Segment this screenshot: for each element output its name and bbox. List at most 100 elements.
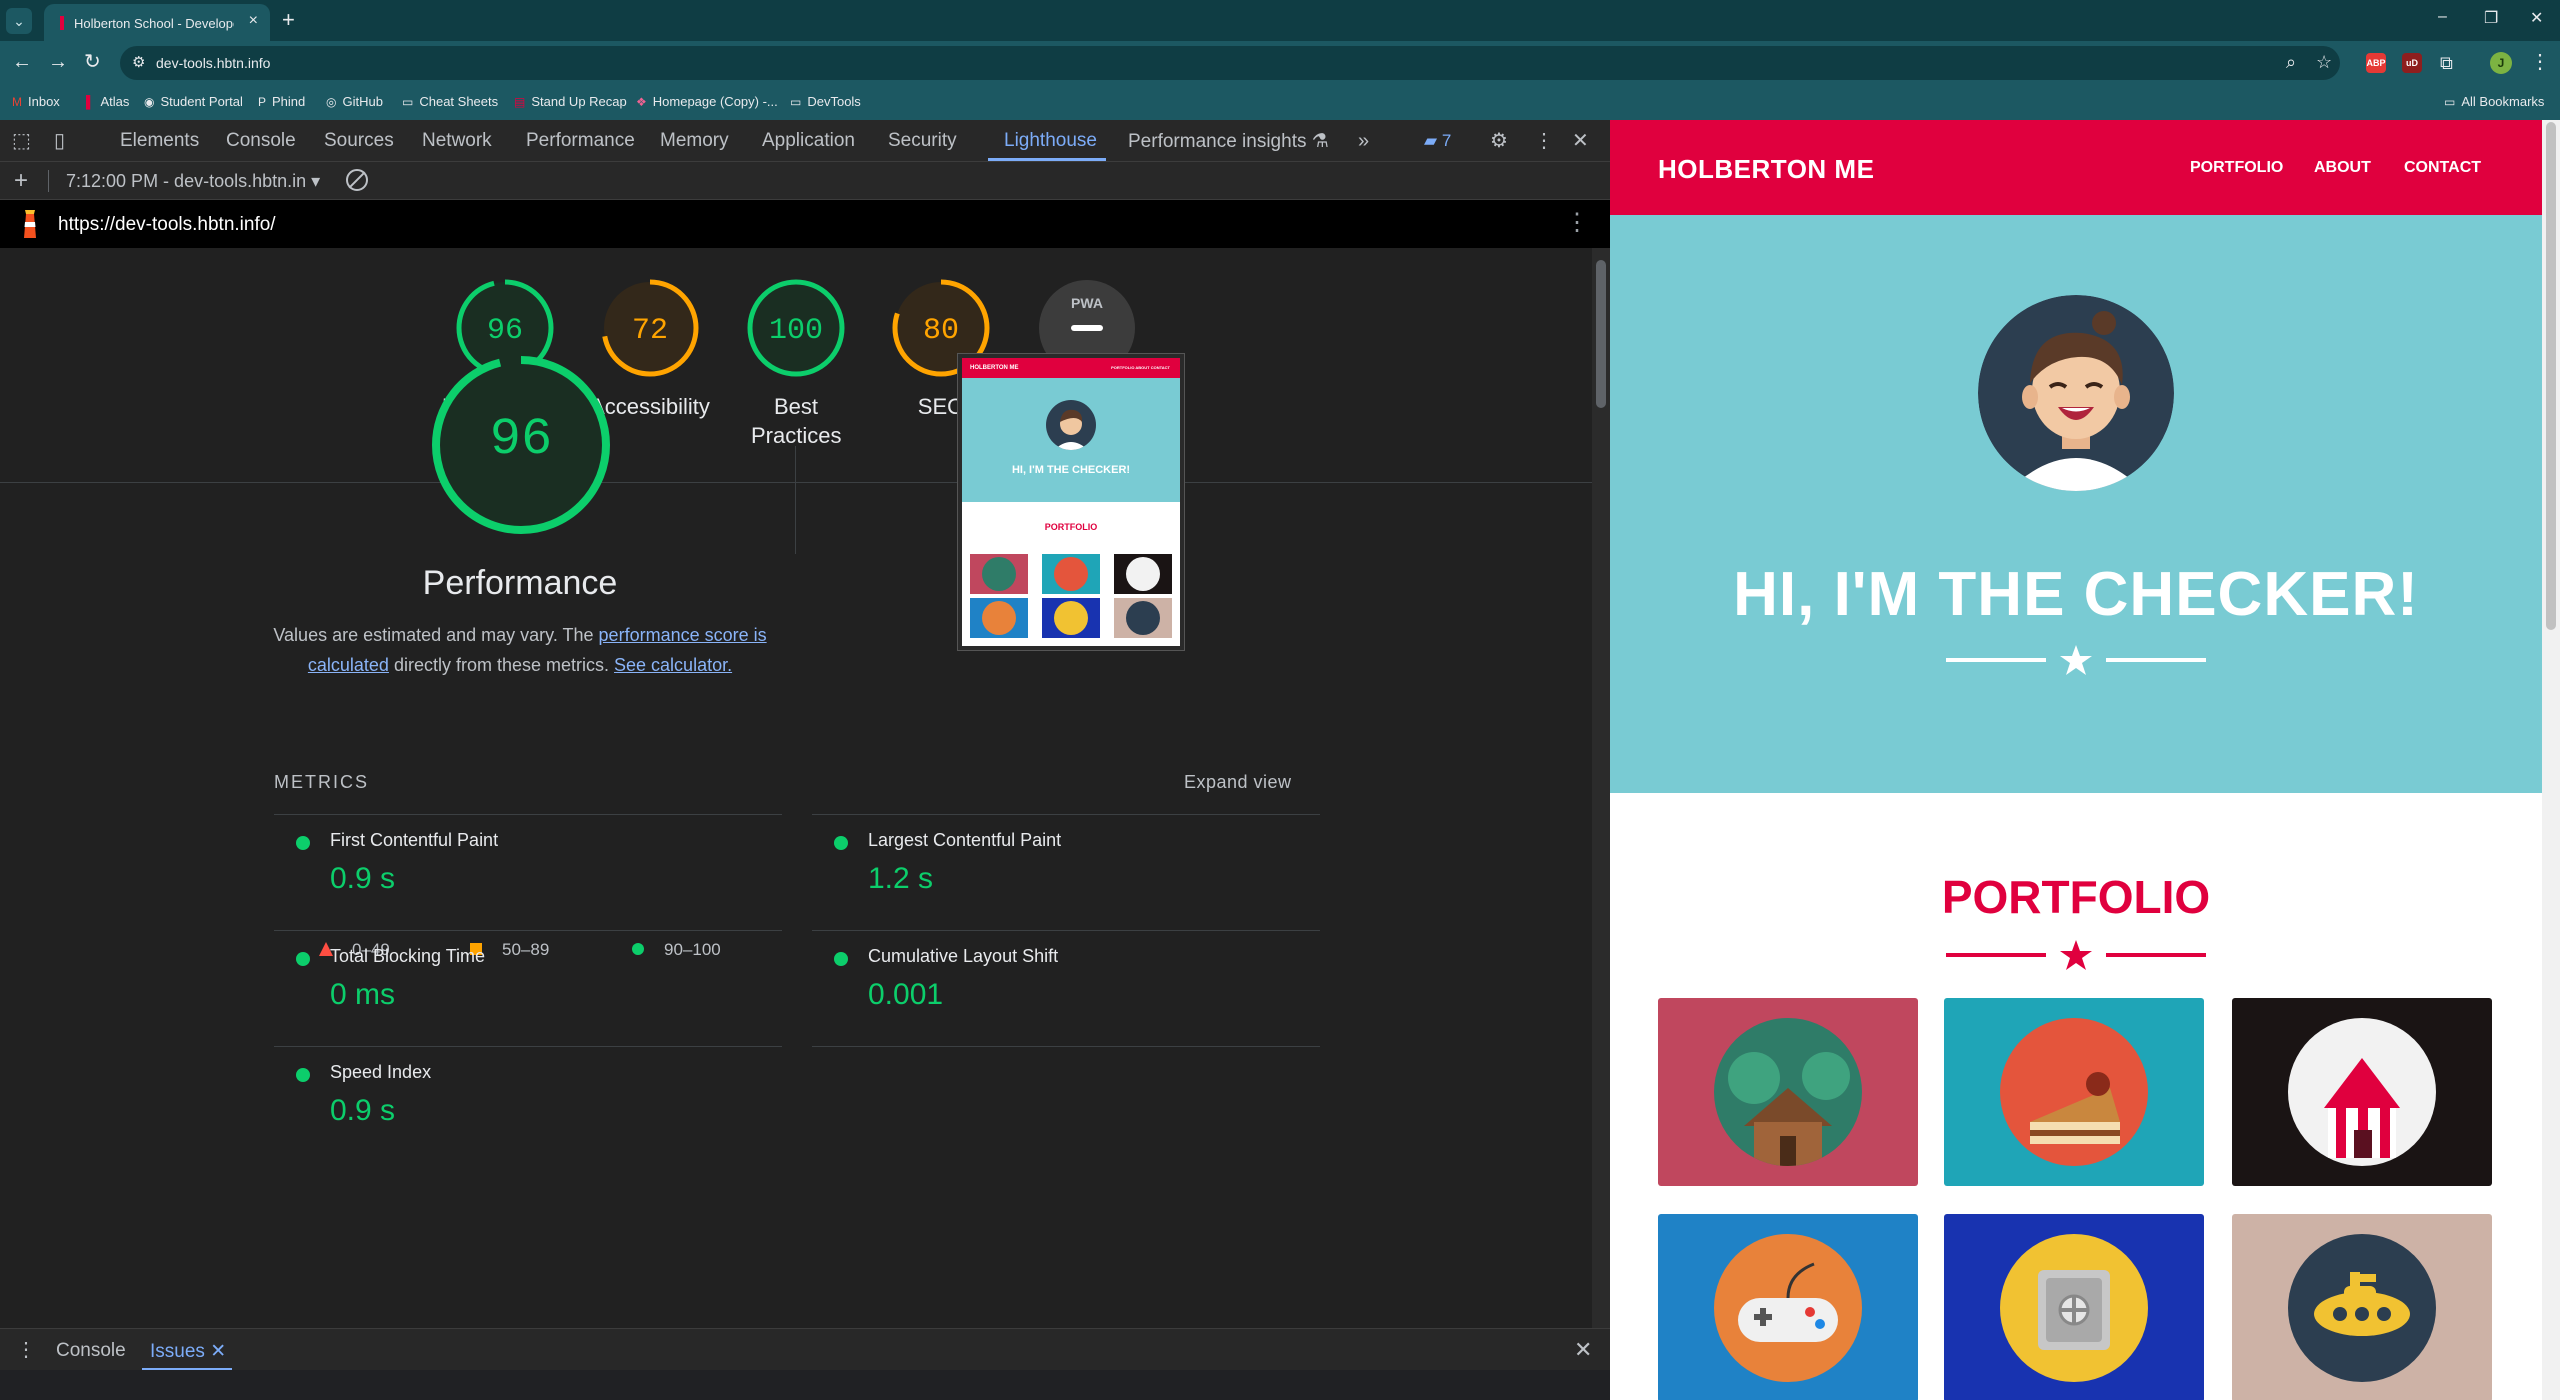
extensions-icon[interactable]: ⧉	[2440, 52, 2453, 74]
metric-item: First Contentful Paint 0.9 s	[274, 826, 784, 926]
profile-avatar[interactable]: J	[2490, 52, 2512, 74]
bookmark-inbox[interactable]: M Inbox	[12, 94, 60, 109]
see-calculator-link[interactable]: See calculator.	[614, 655, 732, 675]
drawer-tab-issues[interactable]: Issues ✕	[150, 1340, 226, 1363]
reload-icon[interactable]: ↻	[84, 51, 101, 73]
bookmark-atlas[interactable]: ▌ Atlas	[86, 94, 129, 109]
bookmark-devtools[interactable]: ▭ DevTools	[790, 94, 861, 109]
figma-icon: ❖	[636, 95, 647, 109]
page-scrollbar[interactable]	[2542, 120, 2560, 1400]
final-screenshot[interactable]: HOLBERTON ME PORTFOLIO ABOUT CONTACT HI, …	[957, 353, 1185, 651]
back-icon[interactable]: ←	[12, 51, 32, 73]
chrome-menu-icon[interactable]: ⋮	[2530, 51, 2550, 73]
thumb-tile-circus	[1114, 554, 1172, 594]
bookmark-student-portal[interactable]: ◉ Student Portal	[144, 94, 243, 109]
zoom-icon[interactable]: ⌕	[2286, 52, 2296, 73]
metric-value: 0.9 s	[330, 862, 396, 895]
tab-network[interactable]: Network	[422, 130, 492, 152]
drawer-menu-icon[interactable]: ⋮	[16, 1337, 36, 1362]
portfolio-tile-cake[interactable]	[1944, 998, 2204, 1186]
adblock-extension-icon[interactable]: ABP	[2366, 53, 2386, 73]
report-menu-icon[interactable]: ⋮	[1565, 208, 1589, 238]
close-issues-tab-icon[interactable]: ✕	[210, 1341, 226, 1362]
clear-reports-icon[interactable]	[346, 169, 368, 191]
bookmark-homepage-copy[interactable]: ❖ Homepage (Copy) -...	[636, 94, 778, 109]
metric-item: Speed Index 0.9 s	[274, 1058, 784, 1158]
portfolio-tile-game-controller[interactable]	[1658, 1214, 1918, 1400]
tab-security[interactable]: Security	[888, 130, 957, 152]
new-report-icon[interactable]: +	[14, 167, 28, 195]
all-bookmarks[interactable]: ▭ All Bookmarks	[2444, 94, 2544, 109]
bookmark-phind[interactable]: P Phind	[258, 94, 305, 109]
device-toolbar-icon[interactable]: ▯	[54, 130, 65, 152]
phind-icon: P	[258, 95, 267, 109]
devtools-menu-icon[interactable]: ⋮	[1534, 130, 1554, 152]
tab-memory[interactable]: Memory	[660, 130, 729, 152]
browser-tab[interactable]: Holberton School - Developer ×	[44, 4, 270, 41]
nav-contact[interactable]: CONTACT	[2404, 159, 2481, 177]
report-selector[interactable]: 7:12:00 PM - dev-tools.hbtn.in ▾	[66, 171, 320, 192]
metric-divider	[274, 930, 782, 931]
tab-elements[interactable]: Elements	[120, 130, 199, 152]
lighthouse-logo-icon	[24, 210, 36, 238]
tab-close-icon[interactable]: ×	[249, 12, 258, 30]
portfolio-tile-submarine[interactable]	[2232, 1214, 2492, 1400]
nav-about[interactable]: ABOUT	[2314, 159, 2371, 177]
portfolio-tile-cabin[interactable]	[1658, 998, 1918, 1186]
metric-name: Total Blocking Time	[330, 946, 486, 966]
portfolio-title: PORTFOLIO	[1941, 871, 2211, 923]
report-url[interactable]: https://dev-tools.hbtn.info/	[58, 214, 276, 236]
portfolio-tile-circus[interactable]	[2232, 998, 2492, 1186]
bookmark-cheat-sheets[interactable]: ▭ Cheat Sheets	[402, 94, 498, 109]
portal-icon: ◉	[144, 95, 155, 109]
bookmark-github[interactable]: ◎ GitHub	[326, 94, 383, 109]
tab-sources[interactable]: Sources	[324, 130, 394, 152]
inspect-element-icon[interactable]: ⬚	[12, 130, 31, 152]
portfolio-tile-safe[interactable]	[1944, 1214, 2204, 1400]
restore-icon[interactable]: ❐	[2484, 8, 2498, 28]
holberton-favicon-icon	[60, 16, 64, 30]
minimize-icon[interactable]: –	[2438, 8, 2447, 26]
issues-badge[interactable]: ▰ 7	[1424, 131, 1451, 151]
tab-search-button[interactable]: ⌄	[6, 8, 32, 34]
report-scrollbar[interactable]	[1592, 248, 1610, 1328]
tab-performance-insights[interactable]: Performance insights ⚗	[1128, 130, 1329, 153]
drawer-tab-console[interactable]: Console	[56, 1340, 126, 1362]
new-tab-button[interactable]: +	[282, 8, 295, 32]
active-tab-indicator	[988, 158, 1106, 161]
page-scroll-thumb[interactable]	[2546, 122, 2556, 630]
nav-portfolio[interactable]: PORTFOLIO	[2190, 159, 2283, 177]
forward-icon[interactable]: →	[48, 51, 68, 73]
close-devtools-icon[interactable]: ✕	[1572, 130, 1589, 152]
close-drawer-icon[interactable]: ✕	[1574, 1337, 1592, 1363]
settings-gear-icon[interactable]: ⚙	[1490, 130, 1508, 152]
issues-icon: ▰	[1424, 131, 1438, 150]
ublock-extension-icon[interactable]: uD	[2402, 53, 2422, 73]
game-controller-icon	[1714, 1234, 1862, 1382]
tab-application[interactable]: Application	[762, 130, 855, 152]
site-logo[interactable]: HOLBERTON ME	[1658, 154, 1874, 185]
close-window-icon[interactable]: ✕	[2530, 8, 2543, 28]
gauge-best-practices[interactable]: 100 Best Practices	[721, 278, 871, 450]
thumb-tile-submarine	[1114, 598, 1172, 638]
address-url[interactable]: dev-tools.hbtn.info	[156, 55, 270, 71]
report-scroll-thumb[interactable]	[1596, 260, 1606, 408]
bookmark-star-icon[interactable]: ☆	[2316, 52, 2332, 73]
browser-toolbar: ← → ↻ ⚙ dev-tools.hbtn.info ⌕ ☆ ABP uD ⧉…	[0, 41, 2560, 85]
tab-strip: ⌄ Holberton School - Developer × + – ❐ ✕	[0, 0, 2560, 41]
metric-divider	[274, 814, 782, 815]
tab-console[interactable]: Console	[226, 130, 296, 152]
thumb-header: HOLBERTON ME PORTFOLIO ABOUT CONTACT	[962, 358, 1180, 378]
hero-title: HI, I'M THE CHECKER!	[1733, 560, 2419, 629]
site-info-icon[interactable]: ⚙	[132, 53, 145, 71]
devtools-tabbar: ⬚ ▯ Elements Console Sources Network Per…	[0, 120, 1610, 162]
cabin-icon	[982, 557, 1016, 591]
tab-lighthouse[interactable]: Lighthouse	[1004, 130, 1097, 152]
pass-dot-icon	[834, 952, 848, 966]
tab-performance[interactable]: Performance	[526, 130, 635, 152]
bookmark-standup-recap[interactable]: ▤ Stand Up Recap	[514, 94, 627, 109]
more-tabs-icon[interactable]: »	[1358, 130, 1369, 152]
hero-section: HI, I'M THE CHECKER!	[1610, 215, 2542, 793]
address-bar[interactable]: ⚙ dev-tools.hbtn.info ⌕ ☆	[120, 46, 2340, 80]
expand-view-toggle[interactable]: Expand view	[1184, 772, 1292, 793]
